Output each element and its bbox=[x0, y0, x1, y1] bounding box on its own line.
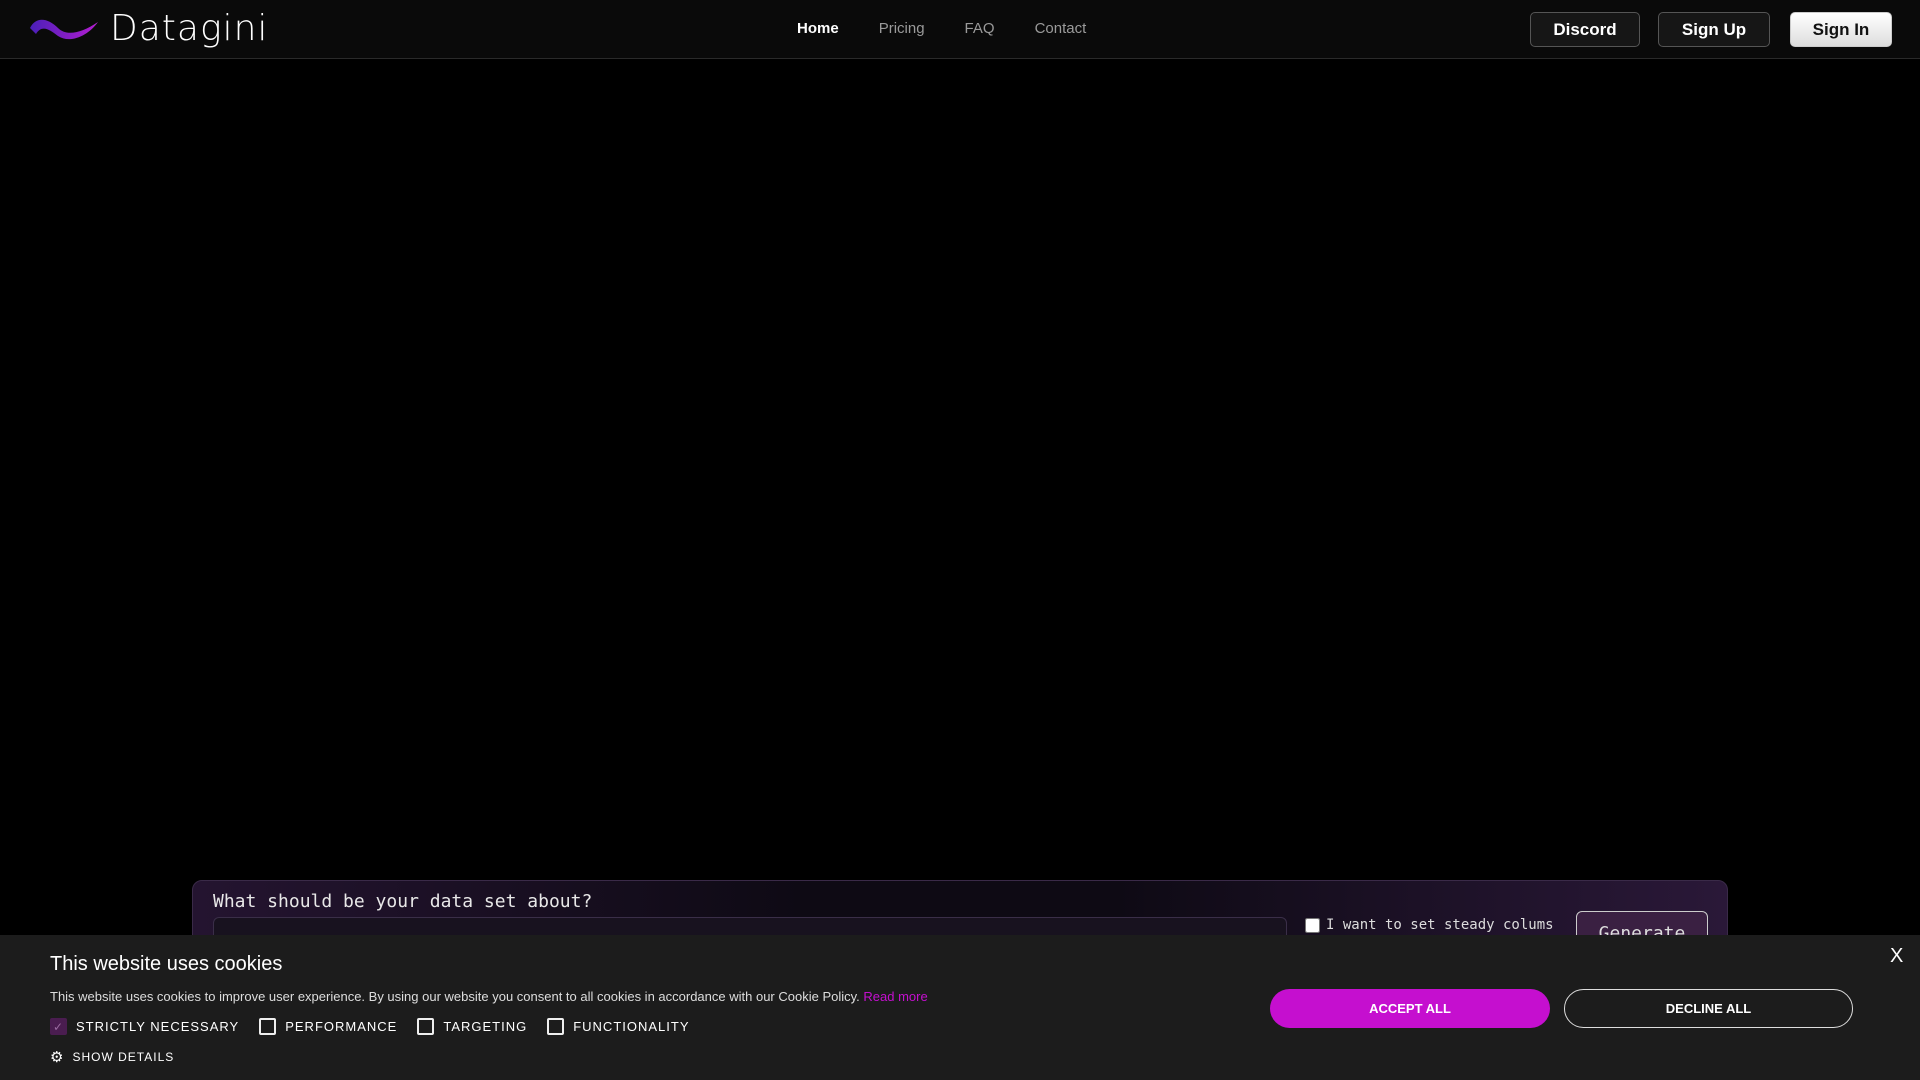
top-header: Datagini Home Pricing FAQ Contact Discor… bbox=[0, 0, 1920, 59]
checkbox[interactable] bbox=[547, 1018, 565, 1035]
cookie-banner: This website uses cookies This website u… bbox=[0, 935, 1920, 1080]
check-strictly-necessary[interactable]: ✓ STRICTLY NECESSARY bbox=[50, 1018, 239, 1035]
steady-columns-checkbox[interactable] bbox=[1305, 917, 1320, 933]
nav-home[interactable]: Home bbox=[797, 20, 839, 37]
read-more-link[interactable]: Read more bbox=[863, 989, 927, 1004]
sign-up-button[interactable]: Sign Up bbox=[1658, 12, 1770, 47]
gear-icon: ⚙ bbox=[50, 1049, 65, 1066]
cookie-title: This website uses cookies bbox=[50, 953, 283, 975]
nav-contact[interactable]: Contact bbox=[1035, 20, 1087, 37]
check-label: STRICTLY NECESSARY bbox=[76, 1019, 240, 1034]
brand-name: Datagini bbox=[110, 8, 269, 49]
steady-columns-label: I want to set steady colums bbox=[1326, 917, 1554, 933]
form-title: What should be your data set about? bbox=[213, 891, 593, 912]
check-targeting[interactable]: TARGETING bbox=[417, 1018, 527, 1035]
cookie-text: This website uses cookies to improve use… bbox=[50, 989, 928, 1004]
close-icon[interactable]: X bbox=[1890, 945, 1903, 968]
check-label: TARGETING bbox=[443, 1019, 528, 1034]
check-performance[interactable]: PERFORMANCE bbox=[259, 1018, 397, 1035]
nav-pricing[interactable]: Pricing bbox=[879, 20, 925, 37]
check-label: PERFORMANCE bbox=[285, 1019, 398, 1034]
main-nav: Home Pricing FAQ Contact bbox=[797, 20, 1086, 37]
checkbox[interactable] bbox=[417, 1018, 435, 1035]
decline-all-button[interactable]: DECLINE ALL bbox=[1564, 989, 1853, 1028]
nav-faq[interactable]: FAQ bbox=[965, 20, 995, 37]
accept-all-button[interactable]: ACCEPT ALL bbox=[1270, 989, 1550, 1028]
cookie-description: This website uses cookies to improve use… bbox=[50, 989, 860, 1004]
check-functionality[interactable]: FUNCTIONALITY bbox=[547, 1018, 689, 1035]
checkbox[interactable] bbox=[259, 1018, 277, 1035]
logo[interactable]: Datagini bbox=[28, 8, 268, 49]
show-details-label: SHOW DETAILS bbox=[72, 1050, 175, 1064]
logo-icon bbox=[30, 19, 98, 39]
show-details-button[interactable]: ⚙ SHOW DETAILS bbox=[50, 1048, 174, 1066]
sign-in-button[interactable]: Sign In bbox=[1790, 12, 1892, 47]
steady-columns-option[interactable]: I want to set steady colums bbox=[1305, 917, 1554, 933]
checkbox-checked[interactable]: ✓ bbox=[50, 1018, 67, 1035]
discord-button[interactable]: Discord bbox=[1530, 12, 1640, 47]
cookie-categories: ✓ STRICTLY NECESSARY PERFORMANCE TARGETIN… bbox=[50, 1018, 690, 1035]
check-label: FUNCTIONALITY bbox=[573, 1019, 690, 1034]
